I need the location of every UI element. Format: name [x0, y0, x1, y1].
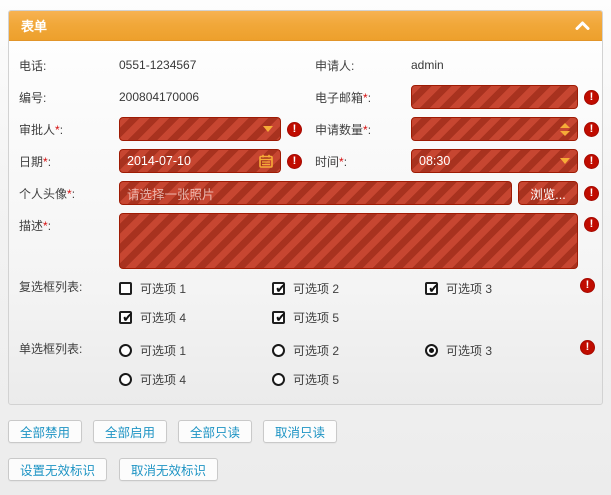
- checkbox-icon[interactable]: ✔: [119, 310, 134, 324]
- enable-all-button[interactable]: 全部启用: [93, 420, 168, 443]
- description-label: 描述*:: [19, 219, 52, 233]
- checkbox-option-1[interactable]: 可选项 1: [119, 279, 272, 297]
- approver-combobox[interactable]: [119, 117, 281, 141]
- checkbox-label: 可选项 3: [446, 281, 493, 296]
- avatar-filebox[interactable]: 请选择一张照片: [119, 181, 512, 205]
- checkbox-icon[interactable]: ✔: [272, 310, 287, 324]
- checkbox-icon[interactable]: ✔: [425, 281, 440, 295]
- spinner-down-icon[interactable]: [560, 130, 570, 136]
- error-icon: !: [580, 340, 595, 355]
- checkbox-label: 可选项 1: [140, 281, 187, 296]
- radio-option-5[interactable]: 可选项 5: [272, 370, 425, 388]
- checkbox-label: 可选项 4: [140, 310, 187, 325]
- phone-value: 0551-1234567: [119, 58, 197, 72]
- chevron-down-icon[interactable]: [263, 126, 273, 132]
- email-label: 电子邮箱*:: [315, 91, 372, 105]
- date-label: 日期*:: [19, 155, 52, 169]
- checkbox-option-3[interactable]: ✔ 可选项 3: [425, 279, 574, 297]
- error-icon: !: [584, 121, 599, 137]
- set-invalid-flag-button[interactable]: 设置无效标识: [8, 458, 108, 481]
- form-row-number-email: 编号: 200804170006 电子邮箱*: !: [19, 85, 599, 109]
- form-row-checkbox-list: 复选框列表: 可选项 1 ✔ 可选项 2 ✔ 可选项 3 ✔ 可选项 4 ✔ 可选项 5…: [19, 277, 595, 326]
- radio-option-3[interactable]: 可选项 3: [425, 341, 574, 359]
- radio-icon[interactable]: [119, 343, 132, 357]
- approver-label: 审批人*:: [19, 123, 64, 137]
- quantity-label: 申请数量*:: [315, 123, 372, 137]
- radio-label: 可选项 4: [140, 372, 187, 387]
- form-panel: 表单 电话: 0551-1234567 申请人: admin 编号: 20080…: [8, 10, 603, 405]
- panel-title: 表单: [21, 19, 48, 34]
- checkbox-list-label: 复选框列表:: [19, 280, 83, 294]
- checkbox-option-4[interactable]: ✔ 可选项 4: [119, 308, 272, 326]
- radio-options: 可选项 1 可选项 2 可选项 3 可选项 4 可选项 5: [119, 339, 574, 388]
- spinner-up-icon[interactable]: [560, 122, 570, 128]
- button-row-2: 设置无效标识 取消无效标识: [8, 458, 219, 481]
- radio-label: 可选项 3: [446, 343, 493, 358]
- radio-icon[interactable]: [272, 372, 285, 386]
- description-textarea[interactable]: [119, 213, 578, 269]
- cancel-invalid-flag-button[interactable]: 取消无效标识: [119, 458, 219, 481]
- calendar-icon[interactable]: [259, 154, 273, 168]
- error-icon: !: [584, 185, 599, 201]
- radio-option-4[interactable]: 可选项 4: [119, 370, 272, 388]
- radio-icon[interactable]: [272, 343, 285, 357]
- browse-button[interactable]: 浏览...: [518, 181, 578, 205]
- chevron-up-icon: [575, 21, 590, 30]
- panel-header: 表单: [9, 11, 602, 41]
- collapse-panel-button[interactable]: [575, 21, 590, 30]
- checkbox-icon[interactable]: [119, 281, 132, 295]
- cancel-readonly-button[interactable]: 取消只读: [263, 420, 338, 443]
- radio-option-1[interactable]: 可选项 1: [119, 341, 272, 359]
- form-row-avatar: 个人头像*: 请选择一张照片 浏览... !: [19, 181, 599, 205]
- date-input[interactable]: 2014-07-10: [119, 149, 281, 173]
- avatar-placeholder: 请选择一张照片: [127, 187, 215, 202]
- radio-label: 可选项 2: [293, 343, 340, 358]
- form-row-radio-list: 单选框列表: 可选项 1 可选项 2 可选项 3 可选项 4 可选项 5 !: [19, 339, 595, 388]
- readonly-all-button[interactable]: 全部只读: [178, 420, 253, 443]
- form-row-description: 描述*: !: [19, 213, 599, 269]
- checkbox-options: 可选项 1 ✔ 可选项 2 ✔ 可选项 3 ✔ 可选项 4 ✔ 可选项 5: [119, 277, 574, 326]
- chevron-down-icon[interactable]: [560, 158, 570, 164]
- time-combobox[interactable]: 08:30: [411, 149, 578, 173]
- time-label: 时间*:: [315, 155, 348, 169]
- quantity-spinner[interactable]: [411, 117, 578, 141]
- panel-body: 电话: 0551-1234567 申请人: admin 编号: 20080417…: [9, 41, 602, 404]
- error-icon: !: [584, 153, 599, 169]
- error-icon: !: [580, 278, 595, 293]
- form-row-date-time: 日期*: 2014-07-10 ! 时间*: 08:30 !: [19, 149, 599, 173]
- checkbox-icon[interactable]: ✔: [272, 281, 287, 295]
- error-icon: !: [287, 153, 302, 169]
- phone-label: 电话:: [19, 59, 47, 73]
- applicant-label: 申请人:: [315, 59, 355, 73]
- error-icon: !: [584, 89, 599, 105]
- number-label: 编号:: [19, 91, 47, 105]
- radio-label: 可选项 1: [140, 343, 187, 358]
- radio-icon[interactable]: [425, 343, 438, 357]
- number-value: 200804170006: [119, 90, 200, 104]
- form-row-phone-applicant: 电话: 0551-1234567 申请人: admin: [19, 53, 592, 77]
- form-row-approver-quantity: 审批人*: ! 申请数量*: !: [19, 117, 599, 141]
- radio-list-label: 单选框列表:: [19, 342, 83, 356]
- disable-all-button[interactable]: 全部禁用: [8, 420, 83, 443]
- error-icon: !: [584, 217, 599, 232]
- applicant-value: admin: [411, 58, 444, 72]
- button-row-1: 全部禁用 全部启用 全部只读 取消只读: [8, 420, 338, 443]
- checkbox-option-5[interactable]: ✔ 可选项 5: [272, 308, 425, 326]
- email-input[interactable]: [411, 85, 578, 109]
- checkbox-label: 可选项 5: [293, 310, 340, 325]
- radio-icon[interactable]: [119, 372, 132, 386]
- radio-label: 可选项 5: [293, 372, 340, 387]
- checkbox-option-2[interactable]: ✔ 可选项 2: [272, 279, 425, 297]
- error-icon: !: [287, 121, 302, 137]
- avatar-label: 个人头像*:: [19, 187, 76, 201]
- radio-option-2[interactable]: 可选项 2: [272, 341, 425, 359]
- checkbox-label: 可选项 2: [293, 281, 340, 296]
